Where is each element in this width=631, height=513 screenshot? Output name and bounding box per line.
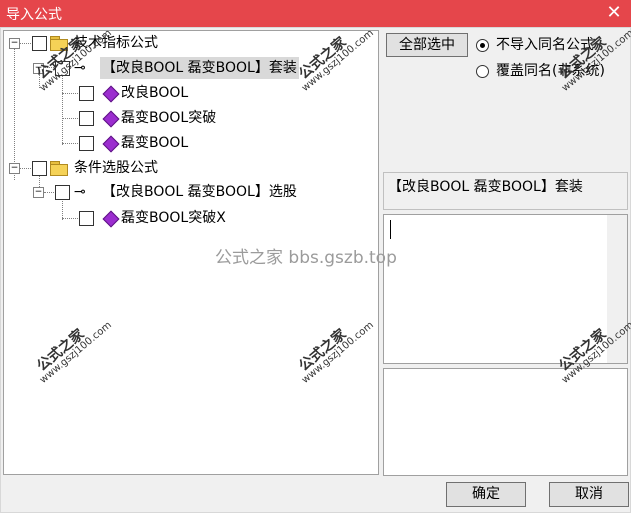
selected-formula-name: 【改良BOOL 磊变BOOL】套装 [383, 172, 628, 210]
tree-checkbox[interactable] [79, 136, 94, 151]
tree-node-label: 【改良BOOL 磊变BOOL】套装 [100, 57, 299, 79]
tree-checkbox[interactable] [32, 161, 47, 176]
collapse-icon[interactable]: − [9, 163, 20, 174]
tree-node-label: 条件选股公式 [74, 160, 158, 176]
tree-node-label: 磊变BOOL [121, 135, 189, 151]
tree-node-label: 改良BOOL [121, 85, 189, 101]
tree-checkbox[interactable] [32, 36, 47, 51]
close-icon[interactable]: ✕ [603, 2, 625, 24]
collapse-icon[interactable]: − [9, 38, 20, 49]
ok-button[interactable]: 确定 [446, 482, 526, 507]
cancel-button[interactable]: 取消 [549, 482, 629, 507]
formula-gem-icon [102, 135, 120, 153]
formula-gem-icon [102, 110, 120, 128]
collapse-icon[interactable]: − [33, 187, 44, 198]
tree-checkbox[interactable] [55, 185, 70, 200]
folder-icon [50, 161, 68, 176]
select-all-button[interactable]: 全部选中 [386, 33, 468, 57]
tree-guide-line [14, 45, 15, 180]
tree-node-label: 磊变BOOL突破 [121, 110, 217, 126]
title-bar: 导入公式 ✕ [0, 0, 631, 27]
formula-gem-icon [102, 210, 120, 228]
tree-checkbox[interactable] [79, 111, 94, 126]
tree-node-label: 【改良BOOL 磊变BOOL】选股 [102, 184, 297, 200]
text-caret [390, 220, 391, 239]
tree-node-label: 磊变BOOL突破X [121, 210, 226, 226]
window-title: 导入公式 [6, 7, 62, 23]
center-watermark: 公式之家 bbs.gszb.top [215, 248, 397, 268]
formula-gem-icon [102, 85, 120, 103]
tree-guide-line [19, 168, 33, 169]
radio-selected-icon[interactable] [476, 39, 489, 52]
tree-guide-line [19, 43, 33, 44]
radio-unselected-icon[interactable] [476, 65, 489, 78]
key-icon: ⊸ [74, 184, 86, 200]
tree-checkbox[interactable] [79, 211, 94, 226]
